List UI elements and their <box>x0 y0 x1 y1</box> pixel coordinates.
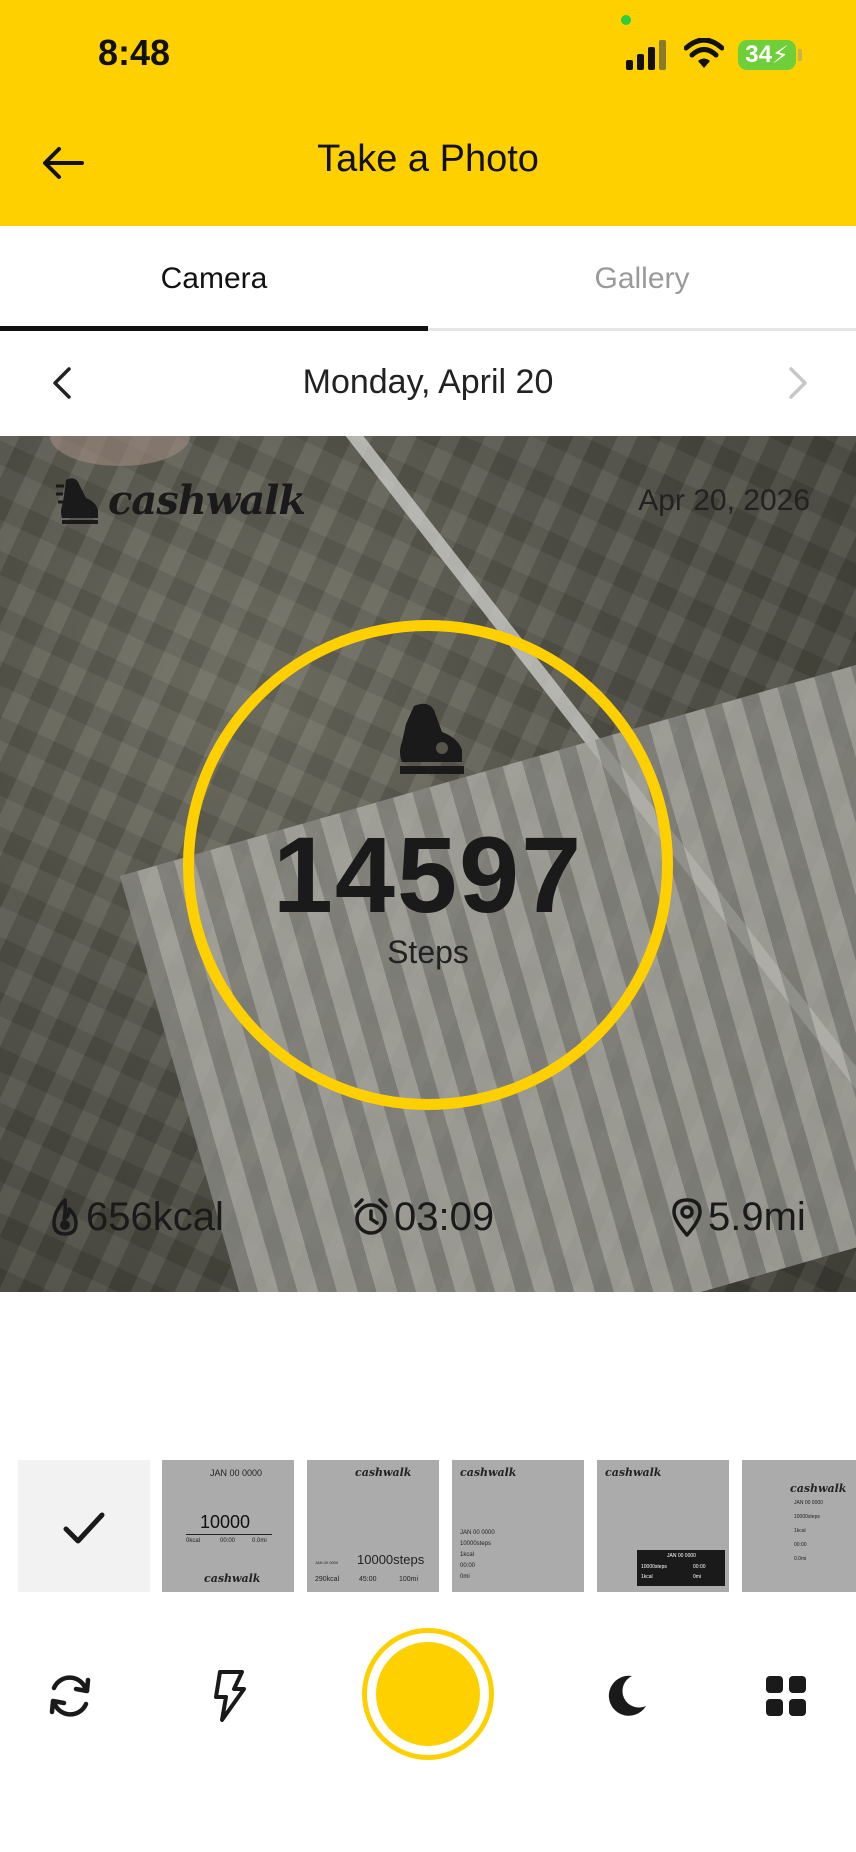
template-thumbnail-1[interactable]: JAN 00 0000 10000 0kcal 00:00 0.0mi cash… <box>162 1460 294 1592</box>
template-stat: 00:00 <box>693 1564 706 1570</box>
template-stat: 45:00 <box>359 1576 377 1583</box>
signal-icon <box>626 40 670 70</box>
template-stat: 290kcal <box>315 1576 340 1583</box>
template-line: 0.0mi <box>794 1556 807 1562</box>
template-line: 10000steps <box>794 1514 820 1520</box>
camera-controls <box>0 1620 856 1770</box>
battery-tip <box>798 49 802 61</box>
distance-stat: 5.9mi <box>670 1192 806 1242</box>
template-line: 0mi <box>460 1574 470 1580</box>
shutter-button-inner <box>376 1642 480 1746</box>
tab-bar: Camera Gallery <box>0 226 856 331</box>
shutter-button[interactable] <box>362 1628 494 1760</box>
template-date: JAN 00 0000 <box>667 1553 696 1559</box>
calories-stat: 656kcal <box>48 1192 224 1242</box>
time-value: 03:09 <box>394 1194 495 1239</box>
tab-gallery[interactable]: Gallery <box>428 226 856 331</box>
template-line: 00:00 <box>460 1563 476 1569</box>
template-rule <box>186 1534 272 1535</box>
template-strip: JAN 00 0000 10000 0kcal 00:00 0.0mi cash… <box>0 1460 856 1592</box>
template-line: 1kcal <box>460 1552 475 1558</box>
template-stat: 0kcal <box>186 1538 201 1544</box>
template-thumbnail-2[interactable]: cashwalk JAN 00 0000 10000steps 290kcal … <box>307 1460 439 1592</box>
template-date: JAN 00 0000 <box>315 1560 339 1565</box>
template-line: 1kcal <box>794 1528 806 1534</box>
chevron-right-icon <box>789 367 807 399</box>
flame-icon <box>52 1198 78 1236</box>
template-line: JAN 00 0000 <box>460 1530 495 1536</box>
tab-camera[interactable]: Camera <box>0 226 428 331</box>
battery-level: 34 <box>745 41 772 68</box>
wifi-icon <box>684 38 724 68</box>
battery-icon: 34 ⚡ <box>738 40 796 70</box>
template-stat: 0mi <box>693 1574 702 1580</box>
date-navigation: Monday, April 20 <box>0 331 856 436</box>
template-stat: 00:00 <box>220 1538 236 1544</box>
template-logo: cashwalk <box>355 1466 412 1479</box>
flash-icon <box>214 1670 246 1722</box>
night-mode-button[interactable] <box>598 1668 654 1724</box>
template-logo: cashwalk <box>605 1466 662 1479</box>
template-thumbnail-0[interactable] <box>18 1460 150 1592</box>
template-thumbnail-4[interactable]: cashwalk JAN 00 0000 10000steps 00:00 1k… <box>597 1460 729 1592</box>
shoe-icon <box>400 703 464 774</box>
template-logo: cashwalk <box>790 1482 847 1495</box>
steps-count: 14597 <box>272 814 584 935</box>
template-stat: 10000steps <box>641 1564 667 1570</box>
page-title: Take a Photo <box>317 138 539 180</box>
next-date-button[interactable] <box>776 361 820 405</box>
checkmark-icon <box>63 1512 105 1544</box>
calories-value: 656kcal <box>86 1194 224 1239</box>
template-thumbnail-3[interactable]: cashwalk JAN 00 0000 10000steps 1kcal 00… <box>452 1460 584 1592</box>
cashwalk-logo: cashwalk <box>56 470 306 530</box>
camera-switch-icon <box>49 1675 91 1717</box>
template-line: 00:00 <box>794 1542 807 1548</box>
camera-indicator-icon <box>621 15 631 25</box>
flash-button[interactable] <box>202 1668 258 1724</box>
location-pin-icon <box>672 1198 702 1237</box>
alarm-clock-icon <box>354 1198 388 1235</box>
template-steps: 10000steps <box>357 1552 425 1567</box>
template-card: JAN 00 0000 10000steps 00:00 1kcal 0mi <box>637 1550 725 1586</box>
logo-text: cashwalk <box>108 476 306 524</box>
template-line: 10000steps <box>460 1541 492 1547</box>
status-time: 8:48 <box>98 32 171 73</box>
template-stat: 100mi <box>399 1576 419 1583</box>
shoe-logo-icon <box>56 478 98 524</box>
template-grid-button[interactable] <box>758 1668 814 1724</box>
header: 8:48 34 ⚡ Take a Photo <box>0 0 856 226</box>
template-thumbnail-5[interactable]: cashwalk JAN 00 0000 10000steps 1kcal 00… <box>742 1460 856 1592</box>
time-stat: 03:09 <box>352 1192 494 1242</box>
template-logo: cashwalk <box>460 1466 517 1479</box>
moon-icon <box>608 1675 646 1716</box>
distance-value: 5.9mi <box>708 1194 806 1239</box>
template-logo: cashwalk <box>204 1572 261 1585</box>
template-steps: 10000 <box>200 1512 251 1532</box>
template-date: JAN 00 0000 <box>210 1468 263 1478</box>
grid-icon <box>766 1676 806 1716</box>
template-stat: 0.0mi <box>252 1538 267 1544</box>
template-stat: 1kcal <box>641 1574 653 1580</box>
switch-camera-button[interactable] <box>42 1668 98 1724</box>
preview-date: Apr 20, 2026 <box>638 484 810 517</box>
template-line: JAN 00 0000 <box>794 1500 823 1506</box>
date-label: Monday, April 20 <box>302 363 554 401</box>
steps-label: Steps <box>387 934 469 970</box>
